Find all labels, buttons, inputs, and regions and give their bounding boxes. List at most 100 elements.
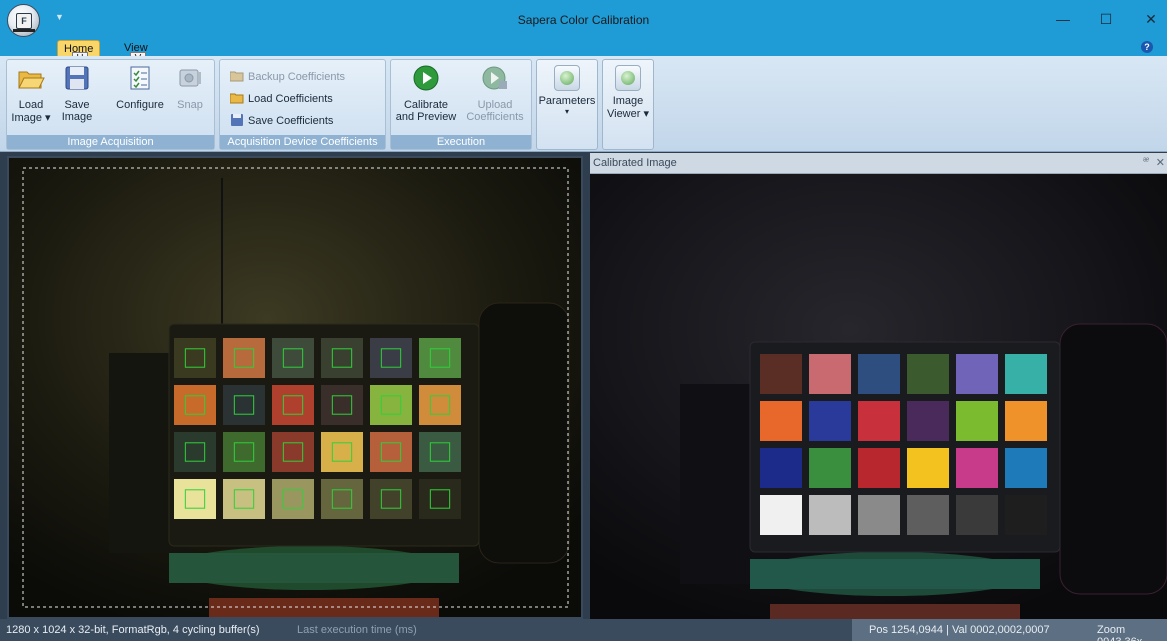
save-image-button[interactable]: Save Image xyxy=(57,64,97,123)
color-patch xyxy=(370,338,412,378)
camera-icon xyxy=(179,69,201,87)
close-icon[interactable]: ✕ xyxy=(1141,10,1161,28)
color-patch xyxy=(419,385,461,425)
play-icon xyxy=(413,65,439,91)
calibrate-label-1: Calibrate xyxy=(403,99,449,111)
upload-label-1: Upload xyxy=(477,99,513,111)
color-patch xyxy=(321,338,363,378)
snap-button[interactable]: Snap xyxy=(171,64,209,111)
maximize-icon[interactable]: ☐ xyxy=(1096,10,1116,28)
color-patch xyxy=(174,432,216,472)
save-coefficients-label: Save Coefficients xyxy=(248,115,334,127)
color-patch xyxy=(809,448,851,488)
backup-coefficients-button[interactable]: Backup Coefficients xyxy=(230,69,345,85)
calibrated-image-viewer[interactable] xyxy=(590,174,1167,619)
color-patch xyxy=(321,479,363,519)
color-patch xyxy=(858,495,900,535)
parameters-label: Parameters xyxy=(538,95,596,107)
color-patch xyxy=(174,479,216,519)
upload-coefficients-button[interactable]: Upload Coefficients xyxy=(461,64,529,123)
save-coefficients-button[interactable]: Save Coefficients xyxy=(230,113,333,129)
zoom-status: Zoom 0043.36x xyxy=(1097,624,1142,641)
color-patch xyxy=(223,338,265,378)
color-patch xyxy=(223,385,265,425)
color-patch xyxy=(858,401,900,441)
color-patch xyxy=(419,432,461,472)
image-info-status: 1280 x 1024 x 32-bit, FormatRgb, 4 cycli… xyxy=(6,624,260,636)
color-patch xyxy=(370,479,412,519)
color-patch xyxy=(907,495,949,535)
color-patch xyxy=(956,354,998,394)
status-right-panel: Pos 1254,0944 | Val 0002,0002,0007 Zoom … xyxy=(852,619,1167,641)
color-patch xyxy=(1005,448,1047,488)
window-title: Sapera Color Calibration xyxy=(517,13,650,27)
play-upload-icon xyxy=(482,66,507,90)
color-patch xyxy=(223,432,265,472)
color-patch xyxy=(956,448,998,488)
load-coefficients-button[interactable]: Load Coefficients xyxy=(230,91,333,107)
parameters-dropdown-button[interactable]: Parameters ▾ xyxy=(536,59,598,150)
save-image-label-1: Save xyxy=(64,99,90,111)
color-patch xyxy=(809,495,851,535)
color-patch xyxy=(956,495,998,535)
group-execution: Calibrate and Preview Upload Coefficient… xyxy=(390,59,532,150)
group-label-execution: Execution xyxy=(391,135,531,149)
parameters-arrow-icon: ▾ xyxy=(564,107,569,116)
color-patch xyxy=(272,385,314,425)
backup-coefficients-label: Backup Coefficients xyxy=(248,71,346,83)
color-patch xyxy=(174,338,216,378)
calibrated-image-title: Calibrated Image xyxy=(593,157,677,169)
ribbon-tabs: Home View xyxy=(0,40,1167,56)
load-image-label-1: Load xyxy=(18,99,44,111)
color-patch xyxy=(321,432,363,472)
color-patch xyxy=(956,401,998,441)
image-viewer-label-2: Viewer ▾ xyxy=(606,108,649,120)
upload-label-2: Coefficients xyxy=(466,111,524,123)
group-label-coefficients: Acquisition Device Coefficients xyxy=(220,135,385,149)
calibrate-label-2: and Preview xyxy=(395,111,457,123)
color-patch xyxy=(272,338,314,378)
color-patch xyxy=(760,354,802,394)
color-patch xyxy=(419,338,461,378)
load-image-button[interactable]: Load Image ▾ xyxy=(11,64,51,124)
group-label-image-acquisition: Image Acquisition xyxy=(7,135,214,149)
pixel-position-status: Pos 1254,0944 | Val 0002,0002,0007 xyxy=(869,624,1050,636)
configure-label: Configure xyxy=(116,99,164,111)
load-image-label-2: Image ▾ xyxy=(11,112,51,124)
color-patch xyxy=(907,401,949,441)
parameters-icon xyxy=(554,65,580,91)
color-patch xyxy=(1005,495,1047,535)
floppy-disk-icon xyxy=(65,66,89,90)
checklist-icon xyxy=(130,66,150,90)
calibrated-image xyxy=(590,174,1167,619)
color-patch xyxy=(858,354,900,394)
color-patch xyxy=(174,385,216,425)
folder-open-icon xyxy=(18,71,45,89)
execution-time-status: Last execution time (ms) xyxy=(297,624,417,636)
color-patch xyxy=(907,448,949,488)
save-image-label-2: Image xyxy=(61,111,93,123)
status-bar: 1280 x 1024 x 32-bit, FormatRgb, 4 cycli… xyxy=(0,619,1167,641)
pin-icon[interactable]: ᵆ xyxy=(1143,156,1149,167)
color-patch xyxy=(858,448,900,488)
raw-image-viewer[interactable] xyxy=(7,156,583,619)
snap-label: Snap xyxy=(177,99,203,111)
image-viewer-dropdown-button[interactable]: Image Viewer ▾ xyxy=(602,59,654,150)
floppy-disk-icon xyxy=(231,114,243,126)
color-patch xyxy=(223,479,265,519)
color-patch xyxy=(907,354,949,394)
color-patch xyxy=(809,401,851,441)
color-patch xyxy=(760,401,802,441)
raw-image xyxy=(9,158,581,617)
close-pane-icon[interactable]: ✕ xyxy=(1156,156,1165,169)
calibrated-image-header: Calibrated Image ᵆ ✕ xyxy=(590,153,1167,174)
configure-button[interactable]: Configure xyxy=(111,64,169,111)
help-icon[interactable]: ? xyxy=(1141,41,1153,53)
color-patch xyxy=(272,432,314,472)
color-patch xyxy=(1005,354,1047,394)
color-patch xyxy=(370,385,412,425)
calibrate-and-preview-button[interactable]: Calibrate and Preview xyxy=(393,64,459,123)
image-viewer-label-1: Image xyxy=(612,95,644,107)
folder-open-icon xyxy=(230,93,244,104)
minimize-icon[interactable]: — xyxy=(1053,10,1073,28)
